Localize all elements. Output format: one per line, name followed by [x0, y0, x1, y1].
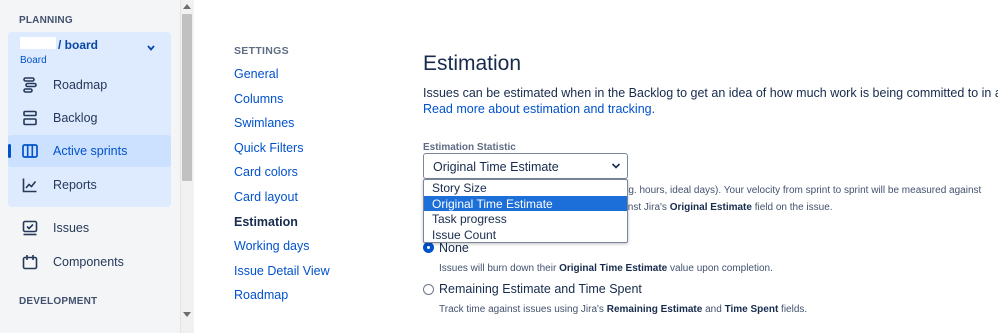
estimation-statistic-select[interactable]: Original Time Estimate [423, 153, 628, 179]
sidebar: PLANNING / board Board Roadmap Backlog A… [0, 0, 180, 333]
sidebar-item-active-sprints[interactable]: Active sprints [8, 135, 171, 167]
estimation-help-line-2: ainst Jira's Original Estimate field on … [620, 202, 833, 213]
settings-link-quick-filters[interactable]: Quick Filters [234, 141, 303, 155]
sidebar-item-label: Roadmap [53, 78, 108, 92]
backlog-icon [20, 108, 40, 128]
settings-link-columns[interactable]: Columns [234, 92, 283, 106]
board-subtitle: Board [20, 55, 47, 66]
redacted-board-name [20, 37, 56, 49]
settings-link-card-layout[interactable]: Card layout [234, 190, 298, 204]
sidebar-item-components[interactable]: Components [8, 246, 171, 278]
radio-none-help: Issues will burn down their Original Tim… [439, 263, 773, 274]
option-issue-count[interactable]: Issue Count [424, 227, 627, 243]
radio-remaining-estimate[interactable] [423, 284, 434, 295]
read-more-link[interactable]: Read more about estimation and tracking. [423, 102, 655, 116]
sidebar-item-roadmap[interactable]: Roadmap [8, 69, 171, 101]
estimation-statistic-dropdown[interactable]: Story Size Original Time Estimate Task p… [423, 179, 628, 243]
sidebar-item-issues[interactable]: Issues [8, 212, 171, 244]
select-value: Original Time Estimate [433, 160, 559, 174]
estimation-help-line-1: e.g. hours, ideal days). Your velocity f… [620, 185, 982, 196]
scroll-down-arrow-icon[interactable] [183, 312, 191, 317]
planning-heading: PLANNING [19, 15, 73, 26]
option-task-progress[interactable]: Task progress [424, 211, 627, 227]
roadmap-icon [20, 75, 40, 95]
sidebar-item-reports[interactable]: Reports [8, 169, 171, 201]
chevron-down-icon[interactable] [146, 43, 156, 53]
settings-link-estimation[interactable]: Estimation [234, 215, 298, 229]
sidebar-item-backlog[interactable]: Backlog [8, 102, 171, 134]
settings-heading: SETTINGS [234, 45, 289, 57]
board-columns-icon [20, 141, 40, 161]
settings-link-swimlanes[interactable]: Swimlanes [234, 116, 294, 130]
estimation-statistic-label: Estimation Statistic [423, 142, 516, 153]
sidebar-item-label: Components [53, 255, 124, 269]
reports-chart-icon [20, 175, 40, 195]
sidebar-item-label: Reports [53, 178, 97, 192]
components-icon [20, 252, 40, 272]
issues-checkbox-icon [20, 218, 40, 238]
chevron-down-icon [611, 163, 621, 169]
radio-remaining-estimate-help: Track time against issues using Jira's R… [439, 304, 808, 315]
scroll-up-arrow-icon[interactable] [183, 4, 191, 9]
development-heading: DEVELOPMENT [19, 296, 98, 307]
scrollbar-thumb[interactable] [182, 14, 192, 181]
settings-link-roadmap[interactable]: Roadmap [234, 288, 288, 302]
sidebar-item-label: Active sprints [53, 144, 128, 158]
radio-remaining-estimate-label[interactable]: Remaining Estimate and Time Spent [439, 282, 642, 296]
option-story-size[interactable]: Story Size [424, 180, 627, 196]
page-description: Issues can be estimated when in the Back… [423, 86, 998, 100]
page-title: Estimation [423, 52, 522, 75]
sidebar-item-label: Backlog [53, 111, 98, 125]
settings-link-working-days[interactable]: Working days [234, 239, 310, 253]
settings-link-card-colors[interactable]: Card colors [234, 165, 298, 179]
radio-none[interactable] [424, 243, 433, 252]
radio-none-label[interactable]: None [439, 241, 469, 255]
settings-link-general[interactable]: General [234, 67, 278, 81]
sidebar-item-label: Issues [53, 221, 90, 235]
option-original-time-estimate[interactable]: Original Time Estimate [424, 195, 627, 211]
active-indicator [8, 144, 11, 158]
settings-link-issue-detail-view[interactable]: Issue Detail View [234, 264, 330, 278]
